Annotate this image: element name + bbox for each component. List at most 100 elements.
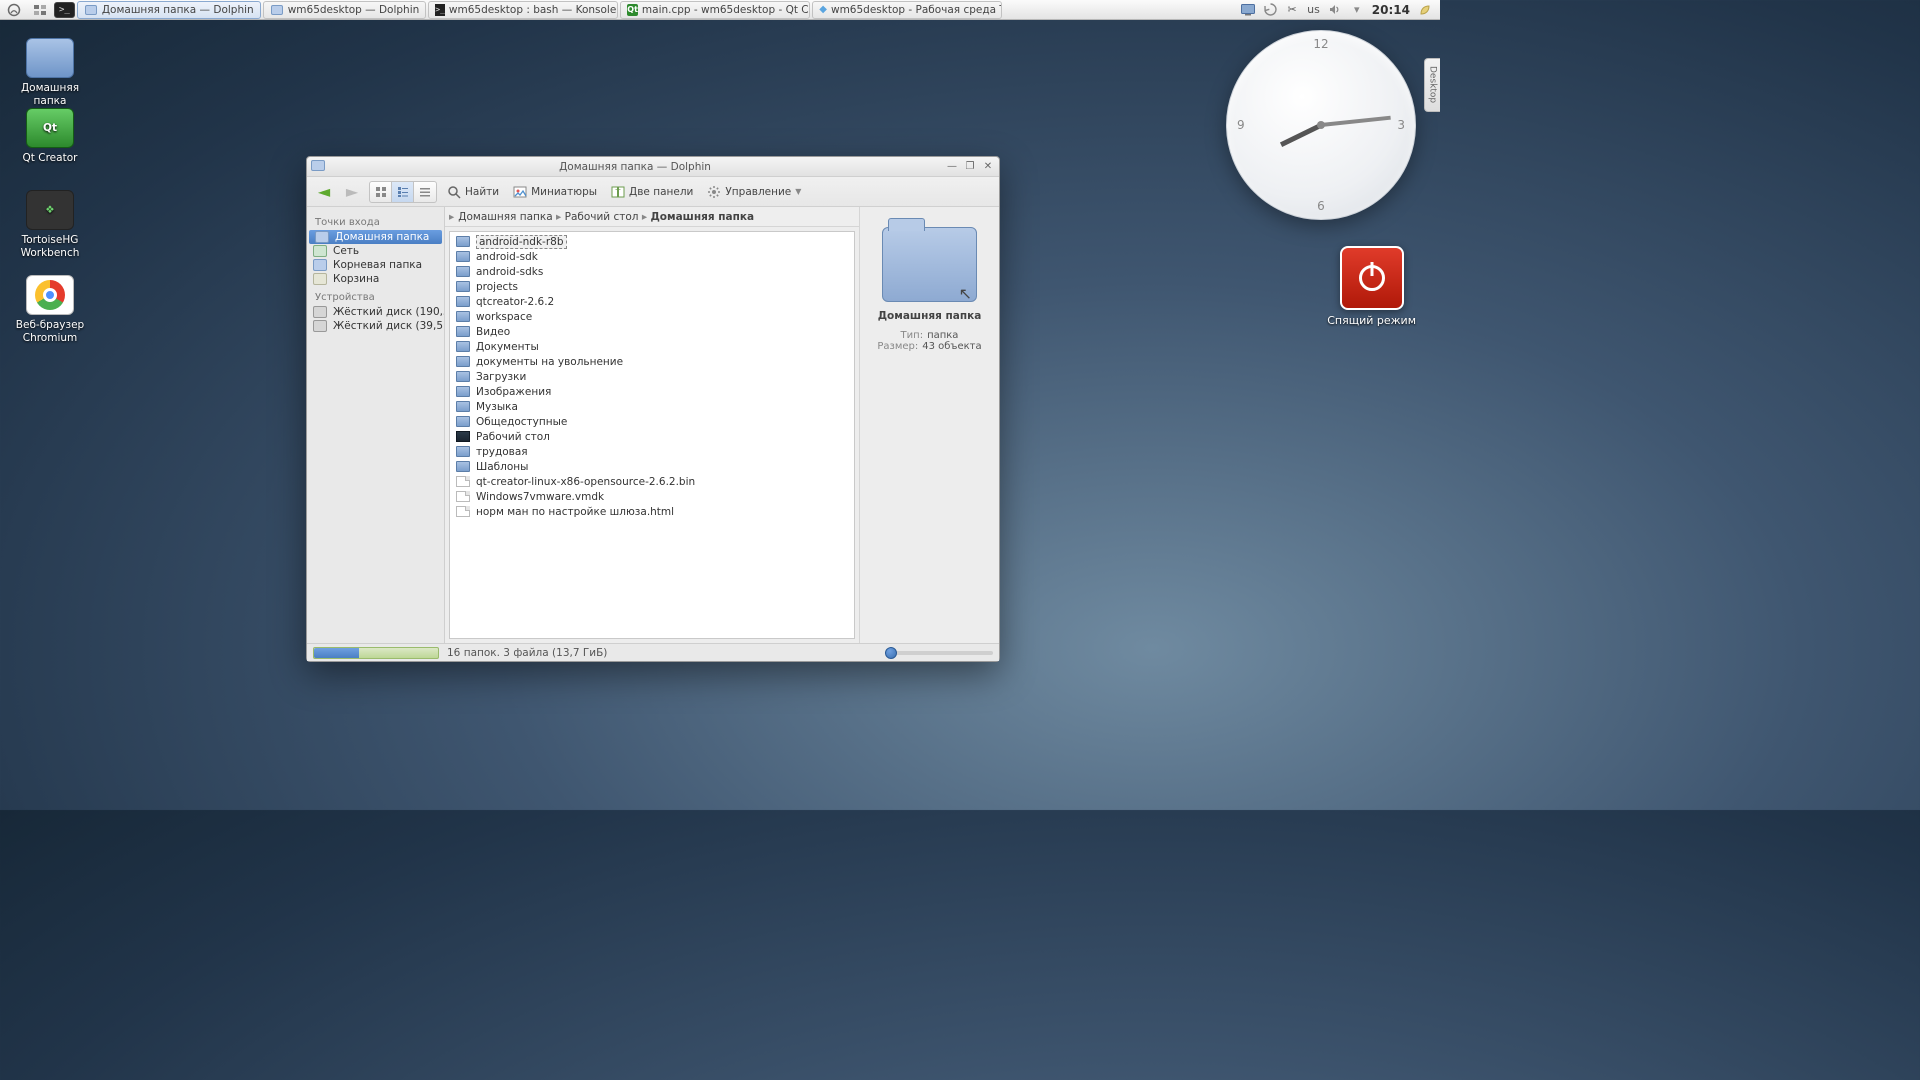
volume-icon[interactable]	[1328, 3, 1342, 17]
file-name: android-sdk	[476, 251, 538, 263]
file-name: Шаблоны	[476, 461, 528, 473]
file-name: норм ман по настройке шлюза.html	[476, 506, 674, 518]
places-header: Точки входа	[307, 211, 444, 230]
folder-icon	[84, 3, 98, 17]
display-icon[interactable]	[1241, 3, 1255, 17]
terminal-icon: >_	[435, 4, 445, 16]
file-list[interactable]: android-ndk-r8b android-sdkandroid-sdks pr…	[449, 231, 855, 639]
file-name: Windows7vmware.vmdk	[476, 491, 604, 503]
breadcrumb-segment[interactable]: Домашняя папка	[650, 211, 754, 223]
forward-button[interactable]: ►	[341, 181, 363, 203]
task-entry[interactable]: ◆wm65desktop - Рабочая среда Tort…	[812, 1, 1002, 19]
split-button[interactable]: + Две панели	[607, 181, 697, 203]
power-icon	[1340, 246, 1404, 310]
file-row[interactable]: документы на увольнение	[452, 354, 852, 369]
breadcrumb-segment[interactable]: Рабочий стол	[565, 211, 639, 223]
disk-usage-bar	[313, 647, 439, 659]
keyboard-layout[interactable]: us	[1307, 3, 1320, 16]
file-row[interactable]: норм ман по настройке шлюза.html	[452, 504, 852, 519]
file-row[interactable]: android-ndk-r8b	[452, 234, 852, 249]
konsole-launcher[interactable]: >_	[54, 2, 75, 18]
zoom-slider[interactable]	[885, 651, 993, 655]
file-row[interactable]: Музыка	[452, 399, 852, 414]
file-row[interactable]: projects	[452, 279, 852, 294]
cashew-icon[interactable]	[1418, 3, 1432, 17]
task-entry[interactable]: Qtmain.cpp - wm65desktop - Qt Creator	[620, 1, 810, 19]
breadcrumb-segment[interactable]: Домашняя папка	[458, 211, 552, 223]
window-title: Домашняя папка — Dolphin	[329, 161, 941, 173]
sidebar-item-label: Жёсткий диск (39,5 ГиБ)	[333, 320, 445, 332]
update-icon[interactable]	[1263, 3, 1277, 17]
breadcrumb-root-icon[interactable]: ▸	[449, 211, 454, 223]
control-label: Управление	[725, 186, 791, 198]
desktop-icon-label: TortoiseHG Workbench	[10, 234, 90, 259]
file-row[interactable]: Видео	[452, 324, 852, 339]
sidebar-item[interactable]: Корневая папка	[307, 258, 444, 272]
file-row[interactable]: Windows7vmware.vmdk	[452, 489, 852, 504]
desktop-icon-thg[interactable]: ❖TortoiseHG Workbench	[10, 190, 90, 259]
control-button[interactable]: Управление ▼	[703, 181, 805, 203]
net-icon	[313, 245, 327, 257]
sidebar-item[interactable]: Жёсткий диск (39,5 ГиБ)	[307, 319, 444, 333]
folder-icon	[456, 461, 470, 472]
task-label: wm65desktop - Рабочая среда Tort…	[831, 4, 1002, 16]
minute-hand	[1321, 116, 1391, 127]
task-entry[interactable]: >_ wm65desktop : bash — Konsole	[428, 1, 618, 19]
file-row[interactable]: Общедоступные	[452, 414, 852, 429]
svg-text:+: +	[615, 185, 622, 194]
folder-icon	[26, 38, 74, 78]
file-row[interactable]: Шаблоны	[452, 459, 852, 474]
desktop-icon-chrome[interactable]: Веб-браузер Chromium	[10, 275, 90, 344]
close-button[interactable]: ✕	[981, 160, 995, 174]
back-button[interactable]: ◄	[313, 181, 335, 203]
folder-icon	[456, 356, 470, 367]
file-row[interactable]: qt-creator-linux-x86-opensource-2.6.2.bi…	[452, 474, 852, 489]
file-row[interactable]: android-sdks	[452, 264, 852, 279]
panel-clock[interactable]: 20:14	[1372, 3, 1410, 17]
suspend-widget[interactable]: Спящий режим	[1327, 246, 1416, 327]
sidebar-item[interactable]: Сеть	[307, 244, 444, 258]
file-row[interactable]: qtcreator-2.6.2	[452, 294, 852, 309]
file-row[interactable]: workspace	[452, 309, 852, 324]
file-row[interactable]: Изображения	[452, 384, 852, 399]
folder-icon	[456, 446, 470, 457]
places-sidebar: Точки входа Домашняя папкаСетьКорневая п…	[307, 207, 445, 643]
activity-button[interactable]	[28, 2, 52, 18]
task-label: wm65desktop : bash — Konsole	[449, 4, 616, 16]
file-name: projects	[476, 281, 518, 293]
folder-icon	[456, 236, 470, 247]
app-launcher[interactable]	[2, 2, 26, 18]
file-row[interactable]: Рабочий стол	[452, 429, 852, 444]
task-entry[interactable]: wm65desktop — Dolphin	[263, 1, 427, 19]
klipper-icon[interactable]: ✂	[1285, 3, 1299, 17]
sidebar-item[interactable]: Корзина	[307, 272, 444, 286]
file-row[interactable]: трудовая	[452, 444, 852, 459]
file-name: документы на увольнение	[476, 356, 623, 368]
dolphin-window: Домашняя папка — Dolphin — ❐ ✕ ◄ ► Найти…	[306, 156, 1000, 662]
desktop-pager-tab[interactable]: Desktop	[1424, 58, 1440, 112]
search-icon	[447, 185, 461, 199]
file-row[interactable]: Документы	[452, 339, 852, 354]
sidebar-item[interactable]: Жёсткий диск (190,3 ГиБ)	[307, 305, 444, 319]
desktop-icon-folder[interactable]: Домашняя папка	[10, 38, 90, 107]
chevron-down-icon: ▼	[795, 187, 801, 196]
desktop-icon-label: Веб-браузер Chromium	[10, 319, 90, 344]
preview-button[interactable]: Миниатюры	[509, 181, 601, 203]
file-name: Изображения	[476, 386, 551, 398]
sidebar-item[interactable]: Домашняя папка	[309, 230, 442, 244]
view-details[interactable]	[414, 182, 436, 202]
minimize-button[interactable]: —	[945, 160, 959, 174]
file-row[interactable]: Загрузки	[452, 369, 852, 384]
view-compact[interactable]	[392, 182, 414, 202]
task-entry[interactable]: Домашняя папка — Dolphin	[77, 1, 261, 19]
titlebar[interactable]: Домашняя папка — Dolphin — ❐ ✕	[307, 157, 999, 177]
desktop-icon-qt[interactable]: QtQt Creator	[10, 108, 90, 165]
view-icons[interactable]	[370, 182, 392, 202]
maximize-button[interactable]: ❐	[963, 160, 977, 174]
sidebar-item-label: Корзина	[333, 273, 379, 285]
find-button[interactable]: Найти	[443, 181, 503, 203]
breadcrumb-separator-icon: ▸	[639, 211, 651, 223]
tray-chevron-icon[interactable]: ▾	[1350, 3, 1364, 17]
file-name: workspace	[476, 311, 532, 323]
file-row[interactable]: android-sdk	[452, 249, 852, 264]
